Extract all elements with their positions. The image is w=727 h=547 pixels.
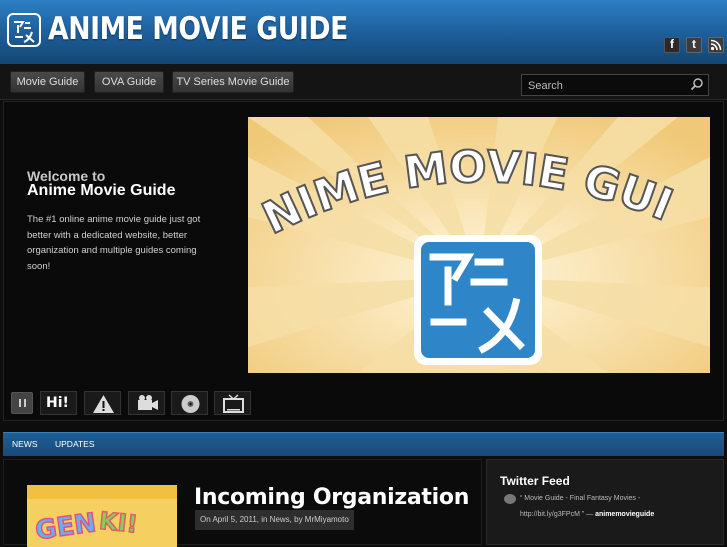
main-nav: Movie Guide OVA Guide TV Series Movie Gu… [0,64,727,100]
rss-icon[interactable] [708,37,724,53]
disc-icon [181,395,200,413]
tweet-author[interactable]: animemovieguide [595,511,654,518]
logo-icon[interactable] [7,13,41,47]
search-box [521,74,709,96]
main-content: GEN KI! Incoming Organization On April 5… [3,459,482,547]
thumb-camera[interactable] [128,391,165,415]
post-meta: On April 5, 2011, in News, by MrMiyamoto [195,510,354,530]
search-input[interactable] [528,78,678,93]
camera-icon [138,395,158,410]
tweet-footer: http://bit.ly/g3FPcM ” — animemovieguide [520,511,654,518]
tweet-link[interactable]: http://bit.ly/g3FPcM ” — [520,511,593,518]
nav-tv-series-movie-guide[interactable]: TV Series Movie Guide [172,71,294,93]
pause-button[interactable] [11,392,33,414]
warning-icon [93,395,114,413]
nav-movie-guide[interactable]: Movie Guide [10,71,85,93]
tweet-text: “ Movie Guide - Final Fantasy Movies - [520,495,641,502]
welcome-text: The #1 online anime movie guide just got… [27,214,201,272]
feature-slider: Welcome to Anime Movie Guide The #1 onli… [3,101,724,421]
thumb-hi-label: Hi! [46,395,69,411]
tv-icon [223,394,244,413]
site-header: ANIME MOVIE GUIDE f t [0,0,727,64]
search-icon[interactable] [690,77,704,91]
twitter-feed-widget: Twitter Feed “ Movie Guide - Final Fanta… [486,459,724,545]
sidebar-title: Twitter Feed [500,474,570,488]
welcome-title: Anime Movie Guide [27,182,176,199]
subnav-updates[interactable]: UPDATES [55,439,95,449]
post-title[interactable]: Incoming Organization [194,485,469,510]
thumb-hi[interactable]: Hi! [40,391,77,415]
subnav-news[interactable]: NEWS [12,439,38,449]
thumb-disc[interactable] [171,391,208,415]
thumb-warning[interactable] [84,391,121,415]
thumb-tv[interactable] [214,391,251,415]
feature-banner-image[interactable]: ANIME MOVIE GUIDE [248,117,710,373]
facebook-icon[interactable]: f [664,37,680,53]
site-logo-text[interactable]: ANIME MOVIE GUIDE [48,11,348,47]
post-thumbnail[interactable]: GEN KI! [27,485,177,547]
category-nav: NEWS UPDATES [3,432,724,456]
tweet-bubble-icon [504,494,516,504]
svg-text:KI!: KI! [98,507,139,539]
nav-ova-guide[interactable]: OVA Guide [94,71,164,93]
slider-thumbnails: Hi! [4,387,723,421]
twitter-icon[interactable]: t [686,37,702,53]
